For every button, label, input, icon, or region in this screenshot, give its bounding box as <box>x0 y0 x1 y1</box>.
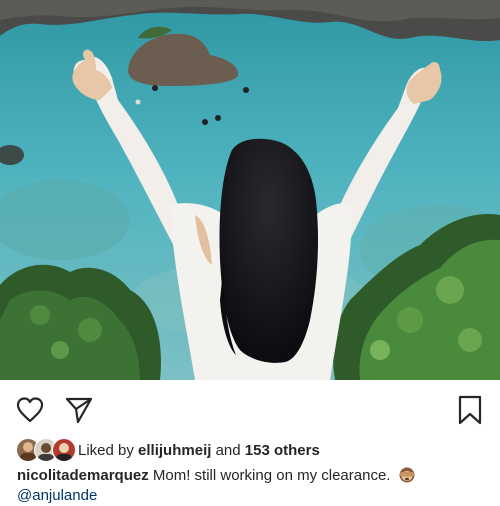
likes-summary: Liked by ellijuhmeij and 153 others <box>78 442 320 459</box>
see-no-evil-monkey-icon <box>398 466 416 483</box>
liker-avatars <box>16 438 76 462</box>
post-caption: nicolitademarquez Mom! still working on … <box>17 466 487 506</box>
caption-mention-link[interactable]: @anjulande <box>17 486 487 506</box>
caption-text: Mom! still working on my clearance. <box>152 467 391 484</box>
share-send-icon[interactable] <box>63 394 95 426</box>
liked-by-others-link[interactable]: 153 others <box>245 442 320 459</box>
liked-by-user-link[interactable]: ellijuhmeij <box>138 442 211 459</box>
avatar[interactable] <box>52 438 76 462</box>
post-action-bar <box>0 380 500 438</box>
liked-by-row: Liked by ellijuhmeij and 153 others <box>16 437 320 463</box>
like-heart-icon[interactable] <box>14 394 46 426</box>
liked-by-joiner: and <box>215 441 241 459</box>
post-photo[interactable] <box>0 0 500 380</box>
liked-by-prefix: Liked by <box>78 441 134 459</box>
bookmark-save-icon[interactable] <box>454 394 486 426</box>
caption-username-link[interactable]: nicolitademarquez <box>17 467 149 484</box>
